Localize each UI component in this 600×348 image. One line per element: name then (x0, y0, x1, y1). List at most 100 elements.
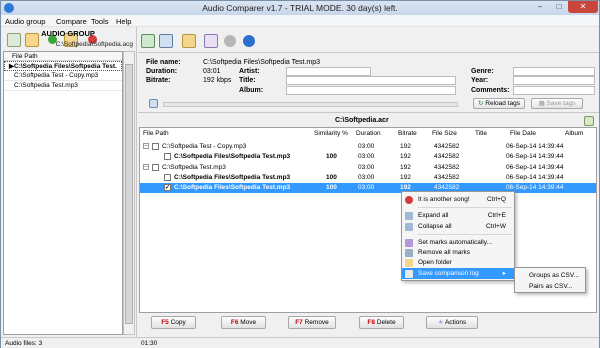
compare-chart-icon[interactable] (159, 34, 173, 48)
column-header-file-date[interactable]: File Date (510, 130, 536, 137)
menu-divider (418, 234, 512, 235)
save-log-icon (405, 270, 413, 278)
results-path: C:\Softpedia.acr (335, 117, 389, 124)
compare-icon[interactable] (141, 34, 155, 48)
artist-label: Artist: (239, 68, 260, 75)
artist-field[interactable] (286, 67, 371, 76)
toolbar-divider (138, 52, 599, 53)
row-checkbox[interactable] (152, 143, 159, 150)
column-header-file-size[interactable]: File Size (432, 130, 457, 137)
audio-group-title: AUDIO GROUP (41, 29, 95, 38)
wand-icon[interactable] (204, 34, 218, 48)
genre-field[interactable] (513, 67, 595, 76)
file-name-value: C:\Softpedia Files\Softpedia Test.mp3 (203, 59, 320, 66)
status-bar: Audio files: 3 01:30 (1, 337, 599, 348)
scrollbar-thumb[interactable] (125, 64, 133, 324)
title-bar: Audio Comparer v1.7 - TRIAL MODE. 30 day… (1, 1, 599, 15)
expand-icon (405, 212, 413, 220)
column-header-title[interactable]: Title (475, 130, 487, 137)
table-row[interactable]: – C:\Softpedia Test.mp3 03:00 192 434258… (140, 163, 596, 173)
submenu-arrow-icon: ▸ (502, 270, 506, 277)
column-header-file-path[interactable]: File Path (143, 130, 169, 137)
menu-bar: Audio group Compare Tools Help (1, 15, 599, 27)
save-tags-button[interactable]: ▦ Save tags (531, 98, 583, 109)
menu-item-save-log[interactable]: Save comparison log ▸ (402, 268, 514, 279)
column-header-duration[interactable]: Duration (356, 130, 381, 137)
play-icon[interactable] (149, 99, 158, 108)
playback-progress-bar[interactable] (163, 102, 458, 107)
maximize-button[interactable]: □ (550, 1, 568, 13)
duration-label: Duration: (146, 68, 178, 75)
title-field[interactable] (286, 76, 456, 85)
table-row[interactable]: C:\Softpedia Files\Softpedia Test.mp3 10… (140, 152, 596, 162)
year-field[interactable] (513, 76, 595, 85)
row-checkbox[interactable] (164, 174, 171, 181)
open-results-icon[interactable] (182, 34, 196, 48)
bitrate-label: Bitrate: (146, 77, 171, 84)
context-menu: It is another song! Ctrl+Q Expand all Ctrl… (401, 191, 515, 281)
comments-field[interactable] (513, 86, 595, 95)
bitrate-value: 192 kbps (203, 77, 232, 84)
gear-icon[interactable] (224, 35, 236, 47)
wand-icon (405, 239, 413, 247)
collapse-icon[interactable]: – (143, 164, 149, 170)
list-item[interactable]: ▶C:\Softpedia Files\Softpedia Test. (4, 61, 122, 71)
stop-icon (405, 196, 413, 204)
close-button[interactable]: ✕ (568, 1, 598, 13)
year-label: Year: (471, 77, 489, 84)
collapse-icon[interactable]: – (143, 143, 149, 149)
audio-files-count: Audio files: 3 (5, 340, 43, 347)
menu-audio-group[interactable]: Audio group (5, 17, 45, 26)
comments-label: Comments: (471, 87, 510, 94)
copy-button[interactable]: F5 Copy (151, 316, 196, 329)
help-icon[interactable] (243, 35, 255, 47)
minimize-button[interactable]: – (531, 1, 549, 13)
find-icon[interactable] (584, 116, 594, 126)
table-row-selected[interactable]: ✓ C:\Softpedia Files\Softpedia Test.mp3 … (140, 183, 596, 193)
menu-item-collapse-all[interactable]: Collapse all Ctrl+W (402, 221, 514, 232)
menu-item-expand-all[interactable]: Expand all Ctrl+E (402, 210, 514, 221)
column-header-file-path[interactable]: File Path (4, 52, 122, 61)
list-item[interactable]: C:\Softpedia Test.mp3 (4, 81, 122, 91)
column-header-similarity[interactable]: Similarity % (314, 130, 348, 137)
audio-file-list[interactable]: File Path ▶C:\Softpedia Files\Softpedia … (3, 51, 123, 335)
table-row[interactable]: C:\Softpedia Files\Softpedia Test.mp3 10… (140, 173, 596, 183)
menu-item-open-folder[interactable]: Open folder (402, 257, 514, 268)
menu-tools[interactable]: Tools (91, 17, 109, 26)
menu-item-pairs-csv[interactable]: Pairs as CSV... (515, 281, 585, 292)
title-label: Title: (239, 77, 256, 84)
menu-item-another-song[interactable]: It is another song! Ctrl+Q (402, 194, 514, 205)
table-row[interactable]: – C:\Softpedia Test - Copy.mp3 03:00 192… (140, 142, 596, 152)
genre-label: Genre: (471, 68, 494, 75)
info-divider (138, 112, 599, 113)
actions-button[interactable]: ★ Actions (426, 316, 478, 329)
duration-value: 03:01 (203, 68, 221, 75)
reload-tags-button[interactable]: ↻ Reload tags (473, 98, 525, 109)
album-label: Album: (239, 87, 264, 94)
menu-item-groups-csv[interactable]: Groups as CSV... (515, 270, 585, 281)
delete-button[interactable]: F8 Delete (359, 316, 404, 329)
group-path: C:\Softpedia\Softpedia.acg (55, 41, 133, 48)
elapsed-time: 01:30 (141, 340, 158, 347)
folder-icon (405, 259, 413, 267)
remove-marks-icon (405, 249, 413, 257)
list-item[interactable]: C:\Softpedia Test - Copy.mp3 (4, 71, 122, 81)
column-header-album[interactable]: Album (565, 130, 583, 137)
app-window: Audio Comparer v1.7 - TRIAL MODE. 30 day… (0, 0, 600, 348)
file-name-label: File name: (146, 59, 181, 66)
vertical-scrollbar[interactable] (123, 51, 135, 335)
album-field[interactable] (286, 86, 456, 95)
collapse-icon (405, 223, 413, 231)
row-checkbox[interactable] (164, 153, 171, 160)
move-button[interactable]: F6 Move (221, 316, 266, 329)
row-checkbox-checked[interactable]: ✓ (164, 184, 171, 191)
menu-compare[interactable]: Compare (56, 17, 87, 26)
remove-button[interactable]: F7 Remove (288, 316, 336, 329)
window-title: Audio Comparer v1.7 - TRIAL MODE. 30 day… (202, 3, 398, 13)
actions-icon: ★ (437, 319, 444, 326)
menu-divider (418, 207, 512, 208)
save-log-submenu: Groups as CSV... Pairs as CSV... (514, 267, 586, 293)
row-checkbox[interactable] (152, 164, 159, 171)
column-header-bitrate[interactable]: Bitrate (398, 130, 417, 137)
menu-help[interactable]: Help (116, 17, 131, 26)
